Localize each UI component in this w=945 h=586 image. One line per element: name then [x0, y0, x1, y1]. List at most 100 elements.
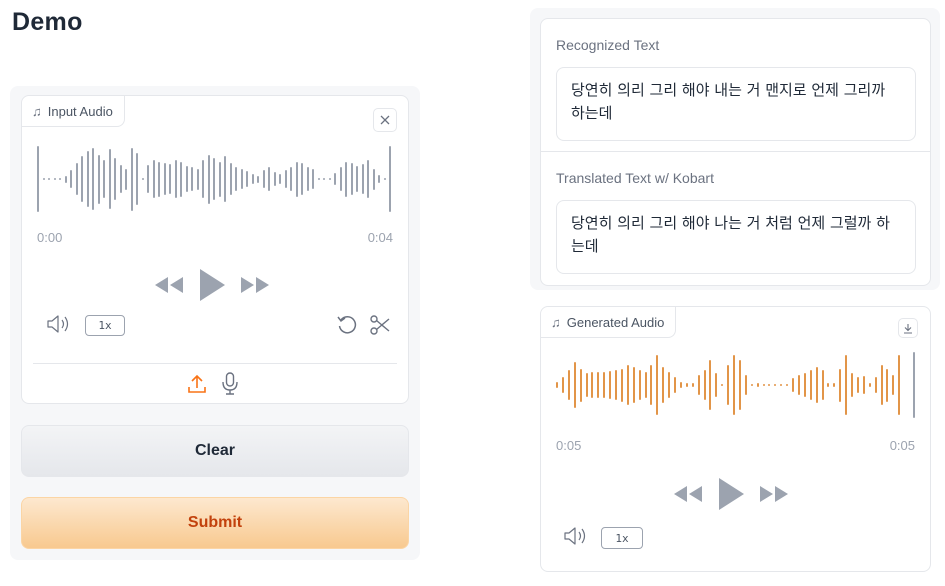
waveform-bar [868, 383, 871, 387]
waveform-bar [768, 384, 771, 386]
waveform-bar [792, 378, 794, 392]
waveform-bar [207, 154, 210, 204]
waveform-bar [64, 175, 67, 183]
waveform-bar [312, 169, 314, 189]
field-separator [541, 151, 930, 152]
waveform-bar [762, 384, 765, 386]
microphone-button[interactable] [221, 372, 239, 401]
input-audio-component: ♫ Input Audio 0:00 0:04 1x [21, 95, 409, 404]
waveform-bar [733, 355, 735, 415]
waveform-bar [383, 177, 386, 181]
waveform-bar [774, 384, 777, 386]
waveform-bar [721, 384, 724, 386]
submit-button[interactable]: Submit [21, 497, 409, 549]
waveform-bar [674, 376, 676, 394]
clear-button[interactable]: Clear [21, 425, 409, 477]
waveform-bar [874, 376, 877, 394]
waveform-bar [119, 165, 122, 193]
waveform-bar [125, 168, 127, 190]
waveform-bar [597, 372, 600, 398]
output-text-card: Recognized Text 당연히 의리 그리 해야 내는 거 맨지로 언제… [540, 18, 931, 286]
waveform-bar [756, 383, 759, 387]
generated-audio-component: ♫ Generated Audio 0:05 0:05 1x [540, 306, 931, 572]
clear-audio-button[interactable] [373, 108, 397, 132]
rewind-icon [155, 277, 183, 293]
waveform-bar [697, 375, 700, 395]
waveform-bar [615, 370, 617, 400]
undo-button[interactable] [336, 314, 358, 341]
waveform-bar [108, 149, 111, 209]
waveform-bar [367, 159, 369, 199]
waveform-bar [827, 383, 830, 387]
scissors-icon [370, 315, 390, 335]
close-icon [380, 115, 390, 125]
waveform-bar [886, 368, 889, 402]
waveform-bar [328, 177, 331, 181]
source-divider [33, 363, 397, 364]
waveform-bar [141, 177, 144, 181]
waveform-bar [240, 169, 243, 189]
input-transport [154, 268, 270, 302]
waveform-bar [92, 148, 94, 210]
translated-text-field[interactable]: 당연히 의리 그리 해야 나는 거 처럼 언제 그럴까 하는데 [556, 200, 916, 274]
waveform-bar [750, 384, 753, 386]
waveform-bar [295, 161, 298, 197]
waveform-bar [273, 172, 276, 186]
forward-button[interactable] [240, 276, 270, 294]
waveform-bar [42, 177, 45, 181]
waveform-bar [809, 370, 812, 400]
waveform-bar [158, 161, 160, 197]
waveform-bar [306, 166, 309, 192]
generated-time-end: 0:05 [889, 438, 915, 453]
play-button[interactable] [717, 477, 745, 511]
waveform-bar [378, 174, 380, 184]
rewind-button[interactable] [673, 485, 703, 503]
upload-button[interactable] [187, 373, 207, 400]
volume-button[interactable] [563, 526, 589, 551]
waveform-bar [632, 366, 635, 404]
waveform-bar [235, 166, 237, 192]
waveform-bar [839, 368, 842, 402]
forward-button[interactable] [759, 485, 789, 503]
waveform-bar [86, 151, 89, 207]
waveform-bar [668, 371, 671, 399]
translated-text-label: Translated Text w/ Kobart [556, 170, 714, 186]
speed-button[interactable]: 1x [85, 315, 125, 336]
waveform-bar [262, 170, 265, 188]
waveform-bar [892, 375, 895, 395]
waveform-bar [361, 164, 364, 194]
fast-forward-icon [241, 277, 269, 293]
waveform-bar [268, 166, 270, 192]
waveform-bar [345, 161, 347, 197]
download-button[interactable] [898, 318, 918, 338]
rewind-button[interactable] [154, 276, 184, 294]
waveform-bar [744, 375, 747, 395]
waveform-bar [81, 156, 83, 202]
waveform-bar [803, 373, 806, 397]
waveform-bar [75, 163, 78, 195]
waveform-bar [174, 159, 177, 199]
waveform-bar [833, 383, 836, 387]
speed-button[interactable]: 1x [601, 527, 643, 549]
waveform-bar [650, 365, 653, 405]
play-icon [719, 478, 744, 510]
page-title: Demo [12, 8, 83, 36]
waveform-bar [196, 168, 199, 190]
waveform-bar [797, 375, 800, 395]
generated-waveform[interactable] [556, 352, 916, 418]
waveform-bar [59, 177, 61, 181]
microphone-icon [222, 372, 238, 395]
input-waveform[interactable] [37, 144, 393, 214]
recognized-text-field[interactable]: 당연히 의리 그리 해야 내는 거 맨지로 언제 그리까 하는데 [556, 67, 916, 141]
waveform-bar [218, 161, 221, 197]
waveform-bar [37, 145, 39, 213]
waveform-bar [372, 168, 375, 190]
waveform-bar [880, 365, 883, 405]
generated-audio-label-text: Generated Audio [566, 314, 665, 330]
volume-button[interactable] [46, 314, 72, 339]
waveform-bar [591, 371, 594, 399]
play-button[interactable] [198, 268, 226, 302]
input-time-start: 0:00 [37, 230, 63, 245]
waveform-bar [851, 373, 853, 397]
trim-button[interactable] [369, 314, 391, 341]
